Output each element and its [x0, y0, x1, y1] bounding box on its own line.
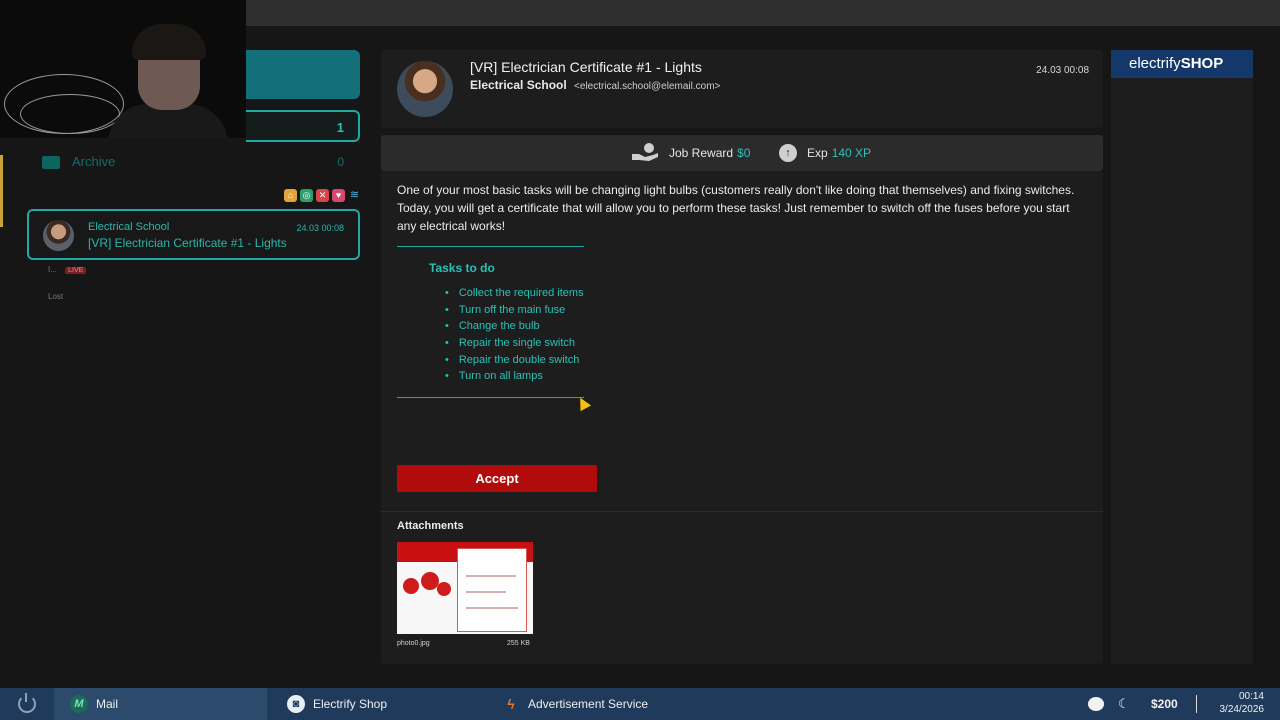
reward-bar: Job Reward $0 ↑ Exp 140 XP [381, 135, 1103, 171]
job-reward-label: Job Reward [669, 146, 734, 160]
tasks-list: Collect the required items Turn off the … [445, 285, 584, 385]
overlay-row-lost: Lost [48, 292, 63, 301]
divider [381, 511, 1103, 512]
webcam-cable [20, 94, 120, 134]
archive-count: 0 [337, 155, 344, 169]
task-item: Turn on all lamps [445, 368, 584, 385]
exp-value: 140 XP [831, 146, 872, 160]
job-reward-value: $0 [737, 146, 751, 160]
inbox-count: 1 [336, 120, 344, 135]
task-item: Collect the required items [445, 285, 584, 302]
home-icon: ⌂ [284, 189, 297, 202]
bolt-icon: ϟ [507, 696, 515, 712]
mail-header: [VR] Electrician Certificate #1 - Lights… [381, 50, 1103, 128]
clock-date: 3/24/2026 [1219, 704, 1265, 715]
sender-avatar [43, 220, 74, 251]
folder-archive[interactable]: Archive 0 [28, 148, 360, 178]
mail-body-text: One of your most basic tasks will be cha… [397, 183, 1075, 233]
webcam-overlay [0, 0, 246, 138]
mail-date: 24.03 00:08 [1036, 65, 1089, 76]
heart-icon: ♥ [332, 189, 345, 202]
certificate-line [466, 607, 518, 609]
electrify-shop-logo[interactable]: electrifySHOP [1111, 50, 1253, 78]
folder-inbox[interactable]: 1 [246, 110, 360, 142]
shop-panel: electrifySHOP [1111, 50, 1253, 664]
arrow-up-icon: ↑ [779, 144, 797, 162]
taskbar-item-label: Advertisement Service [528, 697, 649, 711]
mail-app-icon: M [70, 695, 88, 713]
exp-label: Exp [807, 146, 828, 160]
divider [397, 246, 584, 247]
sender-avatar-large [397, 61, 453, 117]
bulb-icon [437, 582, 451, 596]
left-accent-bar [0, 155, 3, 227]
mail-item-subject: [VR] Electrician Certificate #1 - Lights [88, 236, 287, 250]
overlay-row-live: I... LIVE [48, 265, 87, 274]
taskbar-item-mail[interactable]: M Mail [54, 688, 267, 720]
webcam-person-hair [132, 24, 206, 60]
task-item: Repair the double switch [445, 352, 584, 369]
taskbar-item-advertisement-service[interactable]: ϟ Advertisement Service [502, 688, 648, 720]
mail-from-email: <electrical.school@elemail.com> [574, 81, 721, 92]
globe-icon: ◎ [300, 189, 313, 202]
attachments-title: Attachments [397, 520, 464, 532]
mail-body: One of your most basic tasks will be cha… [381, 171, 1103, 664]
mail-item-date: 24.03 00:08 [296, 223, 344, 233]
mail-from: Electrical School <electrical.school@ele… [470, 78, 720, 92]
moon-icon: ☾ [1118, 696, 1130, 711]
task-item: Change the bulb [445, 318, 584, 335]
bulb-icon [403, 578, 419, 594]
archive-label: Archive [72, 154, 116, 169]
task-item: Repair the single switch [445, 335, 584, 352]
taskbar-item-label: Electrify Shop [313, 697, 388, 711]
shop-logo-bold: SHOP [1180, 55, 1224, 72]
folder-inbox-header[interactable] [246, 50, 360, 99]
divider [397, 397, 584, 398]
theme-toggle[interactable] [1088, 697, 1104, 711]
certificate-title: CERTIFICATE [473, 550, 519, 557]
hand-coin-icon [632, 143, 658, 161]
tool-icon: ✕ [316, 189, 329, 202]
certificate-line [466, 575, 516, 577]
shop-logo-regular: electrify [1129, 55, 1181, 72]
overlay-row-text: Lost [48, 292, 64, 301]
attachment-thumbnail[interactable]: CERTIFICATE [397, 542, 533, 634]
taskbar-item-label: Mail [96, 697, 119, 711]
task-item: Turn off the main fuse [445, 302, 584, 319]
clock-time: 00:14 [1238, 691, 1264, 702]
power-icon[interactable] [18, 693, 36, 713]
attachment-size: 255 KB [507, 640, 530, 647]
archive-icon [42, 156, 60, 169]
money-balance: $200 [1151, 697, 1178, 711]
attachment-name: photo0.jpg [397, 640, 430, 647]
exp-reward: Exp 140 XP [807, 146, 871, 160]
clock: 00:14 3/24/2026 [1220, 690, 1265, 716]
job-reward: Job Reward $0 [669, 146, 750, 160]
bag-icon: ◙ [287, 695, 305, 713]
tasks-title: Tasks to do [429, 261, 495, 275]
mail-item-sender: Electrical School [88, 221, 170, 233]
mail-list-item[interactable]: Electrical School 24.03 00:08 [VR] Elect… [27, 209, 360, 260]
overlay-row-text: I... [48, 265, 57, 274]
wifi-icon: ≋ [349, 189, 360, 201]
divider [1196, 695, 1197, 713]
certificate-document [457, 548, 527, 632]
taskbar-item-electrify-shop[interactable]: ◙ Electrify Shop [287, 688, 387, 720]
mail-from-name: Electrical School [470, 78, 567, 92]
taskbar: M Mail ◙ Electrify Shop ϟ Advertisement … [0, 688, 1280, 720]
certificate-line [466, 591, 506, 593]
status-icons: ⌂ ◎ ✕ ♥ ≋ [284, 189, 361, 203]
mail-title: [VR] Electrician Certificate #1 - Lights [470, 59, 702, 75]
live-badge: LIVE [65, 267, 87, 274]
accept-button[interactable]: Accept [397, 465, 597, 492]
